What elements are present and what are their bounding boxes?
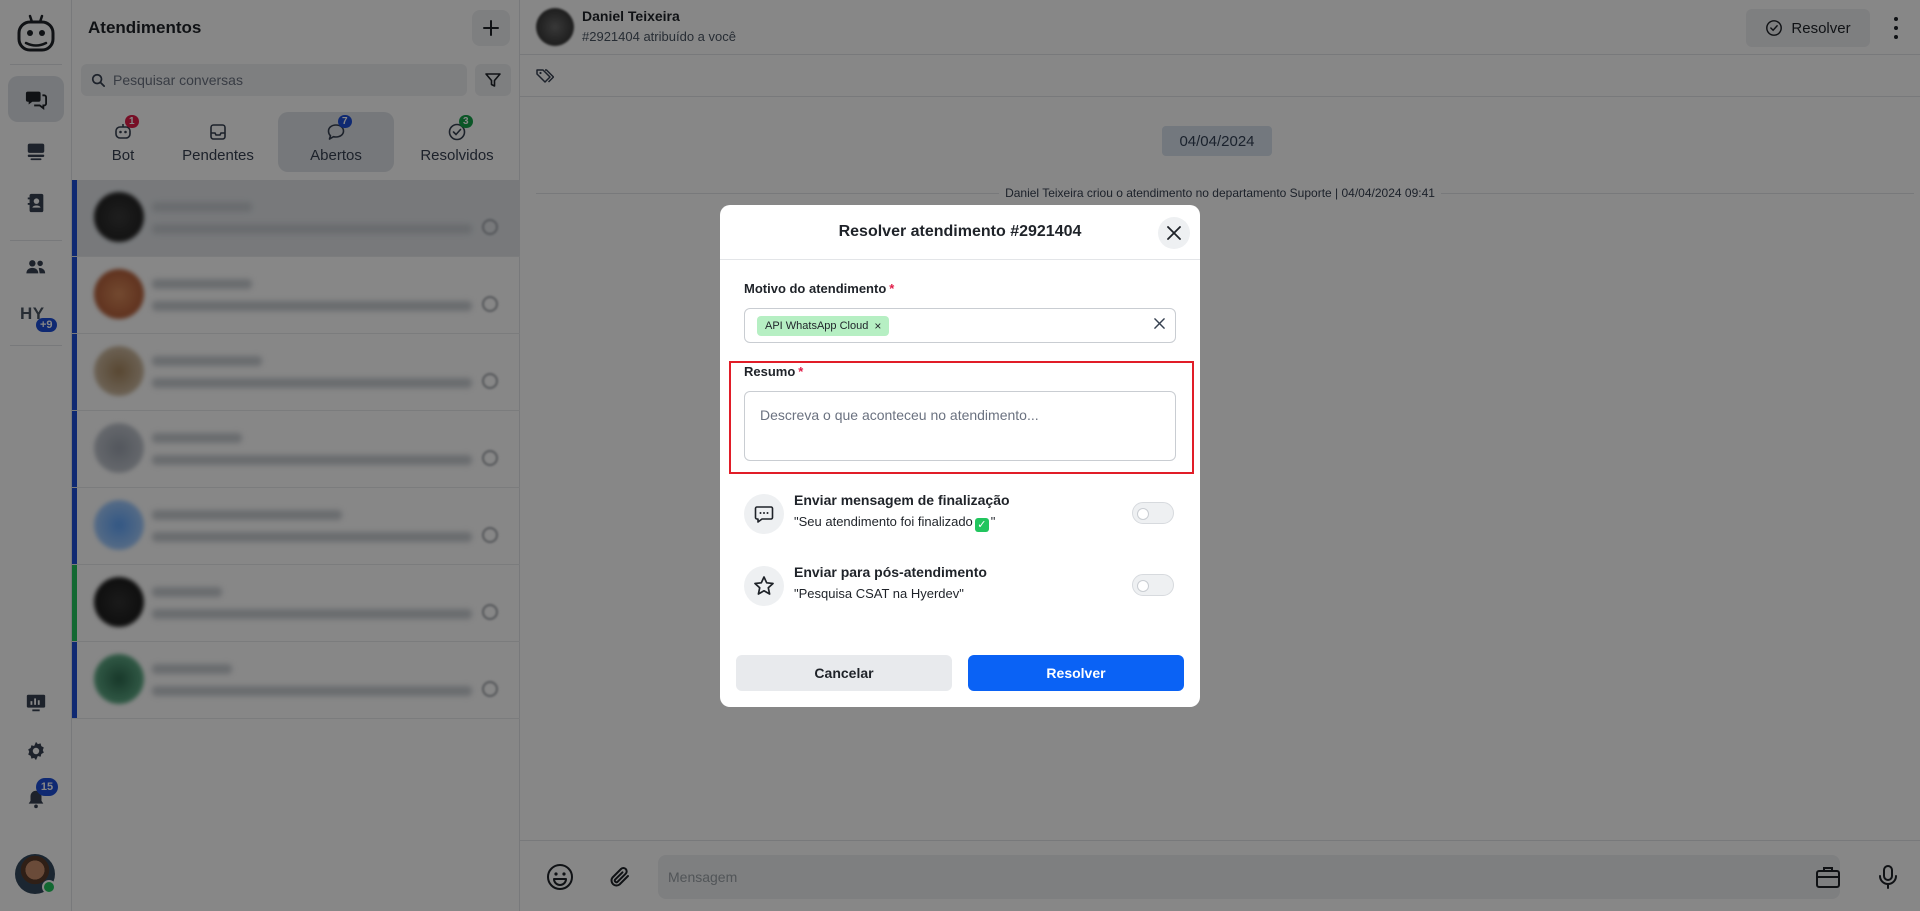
cancel-button[interactable]: Cancelar	[736, 655, 952, 691]
finish-message-desc: "Seu atendimento foi finalizado ✓ "	[794, 514, 995, 532]
option-icon-wrap	[744, 566, 784, 606]
dialog-header: Resolver atendimento #2921404	[720, 205, 1200, 260]
summary-label: Resumo *	[744, 364, 803, 379]
reason-label: Motivo do atendimento *	[744, 281, 894, 296]
post-service-title: Enviar para pós-atendimento	[794, 564, 987, 580]
post-service-toggle[interactable]	[1132, 574, 1174, 596]
required-mark: *	[889, 281, 895, 296]
check-emoji-icon: ✓	[974, 518, 989, 532]
finish-message-option: Enviar mensagem de finalização "Seu aten…	[744, 490, 1176, 538]
close-icon	[1167, 226, 1181, 240]
resolve-dialog: Resolver atendimento #2921404 Motivo do …	[720, 205, 1200, 707]
clear-selection-icon[interactable]	[1154, 318, 1165, 329]
reason-select[interactable]: API WhatsApp Cloud ×	[744, 308, 1176, 343]
finish-message-toggle[interactable]	[1132, 502, 1174, 524]
post-service-option: Enviar para pós-atendimento "Pesquisa CS…	[744, 562, 1176, 610]
reason-tag-label: API WhatsApp Cloud	[765, 319, 869, 332]
star-icon	[754, 576, 774, 595]
reason-label-text: Motivo do atendimento	[744, 281, 887, 296]
remove-tag-icon[interactable]: ×	[874, 320, 881, 332]
required-mark: *	[798, 364, 804, 379]
finish-message-text: "Seu atendimento foi finalizado	[794, 514, 973, 529]
finish-message-quote: "	[990, 514, 996, 529]
summary-label-text: Resumo	[744, 364, 796, 379]
post-service-desc: "Pesquisa CSAT na Hyerdev"	[794, 586, 964, 601]
reason-tag: API WhatsApp Cloud ×	[757, 315, 890, 336]
summary-textarea[interactable]	[744, 391, 1176, 461]
option-icon-wrap	[744, 494, 784, 534]
resolve-button[interactable]: Resolver	[968, 655, 1184, 691]
finish-message-title: Enviar mensagem de finalização	[794, 492, 1010, 508]
message-dots-icon	[754, 506, 774, 523]
dialog-title: Resolver atendimento #2921404	[838, 223, 1082, 240]
close-button[interactable]	[1158, 217, 1190, 249]
